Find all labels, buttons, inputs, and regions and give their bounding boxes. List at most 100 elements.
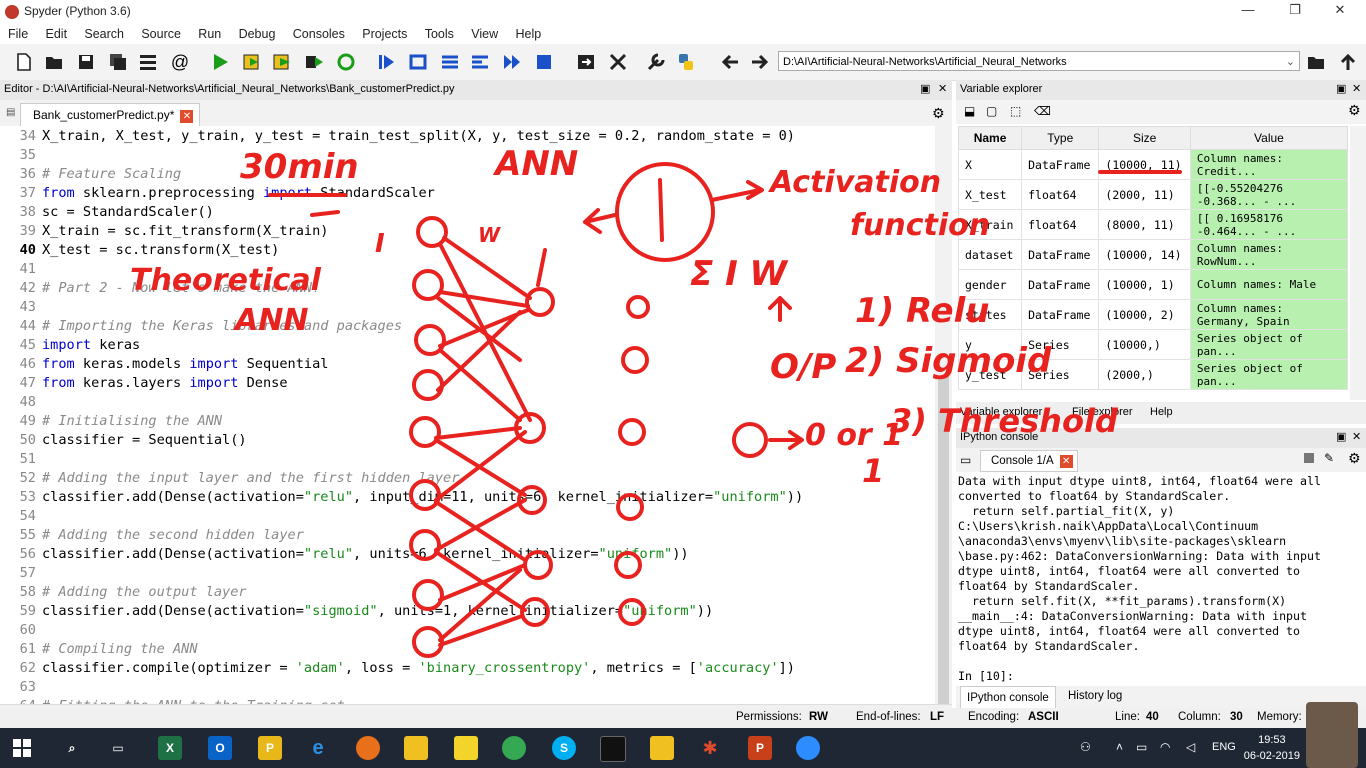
menu-search[interactable]: Search bbox=[84, 24, 124, 44]
stop-icon[interactable] bbox=[534, 52, 554, 72]
gear-icon[interactable]: ⚙ bbox=[932, 105, 945, 122]
code-line[interactable]: # Adding the second hidden layer bbox=[42, 527, 304, 543]
menu-help[interactable]: Help bbox=[515, 24, 541, 44]
chevron-up-icon[interactable]: ˄ bbox=[1116, 740, 1123, 754]
menu-file[interactable]: File bbox=[8, 24, 28, 44]
people-icon[interactable]: ⚇ bbox=[1080, 740, 1091, 754]
code-line[interactable]: classifier.add(Dense(activation="relu", … bbox=[42, 489, 803, 505]
skype-icon[interactable]: S bbox=[552, 736, 576, 760]
code-line[interactable]: classifier.compile(optimizer = 'adam', l… bbox=[42, 660, 795, 676]
save-data-icon[interactable]: ▢ bbox=[986, 104, 997, 118]
chrome-icon[interactable] bbox=[502, 736, 526, 760]
tab-ipython-console[interactable]: IPython console bbox=[960, 686, 1056, 710]
editor-scrollbar[interactable] bbox=[935, 126, 952, 726]
at-icon[interactable]: @ bbox=[170, 52, 190, 72]
close-tab-icon[interactable]: ✕ bbox=[180, 110, 194, 123]
zoom-icon[interactable] bbox=[796, 736, 820, 760]
column-value[interactable]: Value bbox=[1189, 126, 1349, 150]
fullscreen-icon[interactable] bbox=[608, 52, 628, 72]
variable-row[interactable]: y Series (10000,) Series object of pan... bbox=[957, 329, 1349, 360]
preferences-icon[interactable] bbox=[646, 52, 666, 72]
eraser-icon[interactable]: ⌫ bbox=[1034, 104, 1051, 118]
minimize-button[interactable]: — bbox=[1228, 2, 1268, 22]
network-icon[interactable]: ◠ bbox=[1160, 740, 1170, 754]
edge-icon[interactable]: e bbox=[306, 736, 330, 760]
run-selection-icon[interactable] bbox=[304, 52, 324, 72]
outline-icon[interactable] bbox=[138, 52, 158, 72]
rerun-icon[interactable] bbox=[336, 52, 356, 72]
code-line[interactable]: X_train, X_test, y_train, y_test = train… bbox=[42, 128, 795, 144]
close-window-button[interactable]: ✕ bbox=[1320, 2, 1360, 22]
tab-history-log[interactable]: History log bbox=[1068, 690, 1122, 702]
variable-row[interactable]: X DataFrame (10000, 11) Column names: Credi… bbox=[957, 149, 1349, 180]
gear-icon[interactable]: ⚙ bbox=[1348, 450, 1361, 467]
save-as-icon[interactable]: ⬚ bbox=[1010, 104, 1021, 118]
import-data-icon[interactable]: ⬓ bbox=[964, 104, 975, 118]
code-line[interactable]: # Initialising the ANN bbox=[42, 413, 222, 429]
code-line[interactable]: from keras.layers import Dense bbox=[42, 375, 288, 391]
forward-arrow-icon[interactable] bbox=[750, 52, 770, 72]
file-list-icon[interactable]: ▤ bbox=[6, 107, 15, 118]
undock-icon[interactable]: ▣ bbox=[1336, 430, 1346, 443]
folder-icon[interactable]: ▭ bbox=[960, 453, 971, 467]
console-output[interactable]: Data with input dtype uint8, int64, floa… bbox=[958, 474, 1348, 686]
variable-row[interactable]: dataset DataFrame (10000, 14) Column names:… bbox=[957, 239, 1349, 270]
maximize-pane-icon[interactable] bbox=[576, 52, 596, 72]
step-icon[interactable] bbox=[408, 52, 428, 72]
tab-help[interactable]: Help bbox=[1150, 406, 1173, 418]
file-explorer-icon[interactable] bbox=[404, 736, 428, 760]
save-icon[interactable] bbox=[76, 52, 96, 72]
step-return-icon[interactable] bbox=[470, 52, 490, 72]
code-line[interactable]: classifier.add(Dense(activation="relu", … bbox=[42, 546, 689, 562]
terminal-icon[interactable] bbox=[600, 736, 626, 762]
folder-icon[interactable] bbox=[650, 736, 674, 760]
stop-console-icon[interactable] bbox=[1304, 453, 1314, 463]
save-all-icon[interactable] bbox=[108, 52, 128, 72]
menu-view[interactable]: View bbox=[471, 24, 498, 44]
variable-row[interactable]: y_test Series (2000,) Series object of pan.… bbox=[957, 359, 1349, 390]
gear-icon[interactable]: ⚙ bbox=[1348, 102, 1361, 119]
restore-button[interactable]: ❐ bbox=[1275, 2, 1315, 22]
code-line[interactable]: sc = StandardScaler() bbox=[42, 204, 214, 220]
menu-debug[interactable]: Debug bbox=[239, 24, 276, 44]
variable-row[interactable]: X_test float64 (2000, 11) [[-0.55204276 -0.… bbox=[957, 179, 1349, 210]
undock-icon[interactable]: ▣ bbox=[1336, 82, 1346, 95]
code-line[interactable]: # Adding the input layer and the first h… bbox=[42, 470, 459, 486]
tab-file-explorer[interactable]: File explorer bbox=[1072, 406, 1133, 418]
run-cell-advance-icon[interactable] bbox=[272, 52, 292, 72]
code-line[interactable]: X_train = sc.fit_transform(X_train) bbox=[42, 223, 328, 239]
variable-row[interactable]: X_train float64 (8000, 11)[[ 0.16958176 -0… bbox=[957, 209, 1349, 240]
outlook-icon[interactable]: O bbox=[208, 736, 232, 760]
tab-console-1a[interactable]: Console 1/A ✕ bbox=[980, 450, 1078, 472]
tab-variable-explorer[interactable]: Variable explorer bbox=[960, 406, 1042, 418]
menu-tools[interactable]: Tools bbox=[425, 24, 454, 44]
menu-projects[interactable]: Projects bbox=[362, 24, 407, 44]
menu-run[interactable]: Run bbox=[198, 24, 221, 44]
code-line[interactable]: # Feature Scaling bbox=[42, 166, 181, 182]
step-into-icon[interactable] bbox=[440, 52, 460, 72]
column-type[interactable]: Type bbox=[1021, 126, 1100, 150]
close-pane-icon[interactable]: ✕ bbox=[1352, 430, 1361, 443]
powerpoint-icon[interactable]: P bbox=[748, 736, 772, 760]
new-file-icon[interactable] bbox=[14, 52, 34, 72]
tab-bank-customer-predict[interactable]: Bank_customerPredict.py* ✕ bbox=[20, 103, 201, 126]
code-line[interactable]: # Importing the Keras libraries and pack… bbox=[42, 318, 402, 334]
column-size[interactable]: Size bbox=[1098, 126, 1191, 150]
variable-scrollbar[interactable] bbox=[1350, 126, 1366, 400]
code-line[interactable]: from keras.models import Sequential bbox=[42, 356, 328, 372]
menu-consoles[interactable]: Consoles bbox=[293, 24, 345, 44]
close-pane-icon[interactable]: ✕ bbox=[938, 82, 947, 95]
firefox-icon[interactable] bbox=[356, 736, 380, 760]
python-path-icon[interactable] bbox=[676, 52, 696, 72]
variable-row[interactable]: gender DataFrame (10000, 1) Column names: M… bbox=[957, 269, 1349, 300]
run-cell-icon[interactable] bbox=[242, 52, 262, 72]
code-line[interactable]: # Part 2 - Now let's make the ANN! bbox=[42, 280, 320, 296]
excel-icon[interactable]: X bbox=[158, 736, 182, 760]
browse-folder-icon[interactable] bbox=[1306, 52, 1326, 72]
task-view-icon[interactable]: ▭ bbox=[106, 736, 130, 760]
code-line[interactable]: import keras bbox=[42, 337, 140, 353]
undock-icon[interactable]: ▣ bbox=[920, 82, 930, 95]
code-line[interactable]: classifier.add(Dense(activation="sigmoid… bbox=[42, 603, 713, 619]
battery-icon[interactable]: ▭ bbox=[1136, 740, 1147, 754]
edit-icon[interactable]: ✎ bbox=[1324, 451, 1334, 465]
